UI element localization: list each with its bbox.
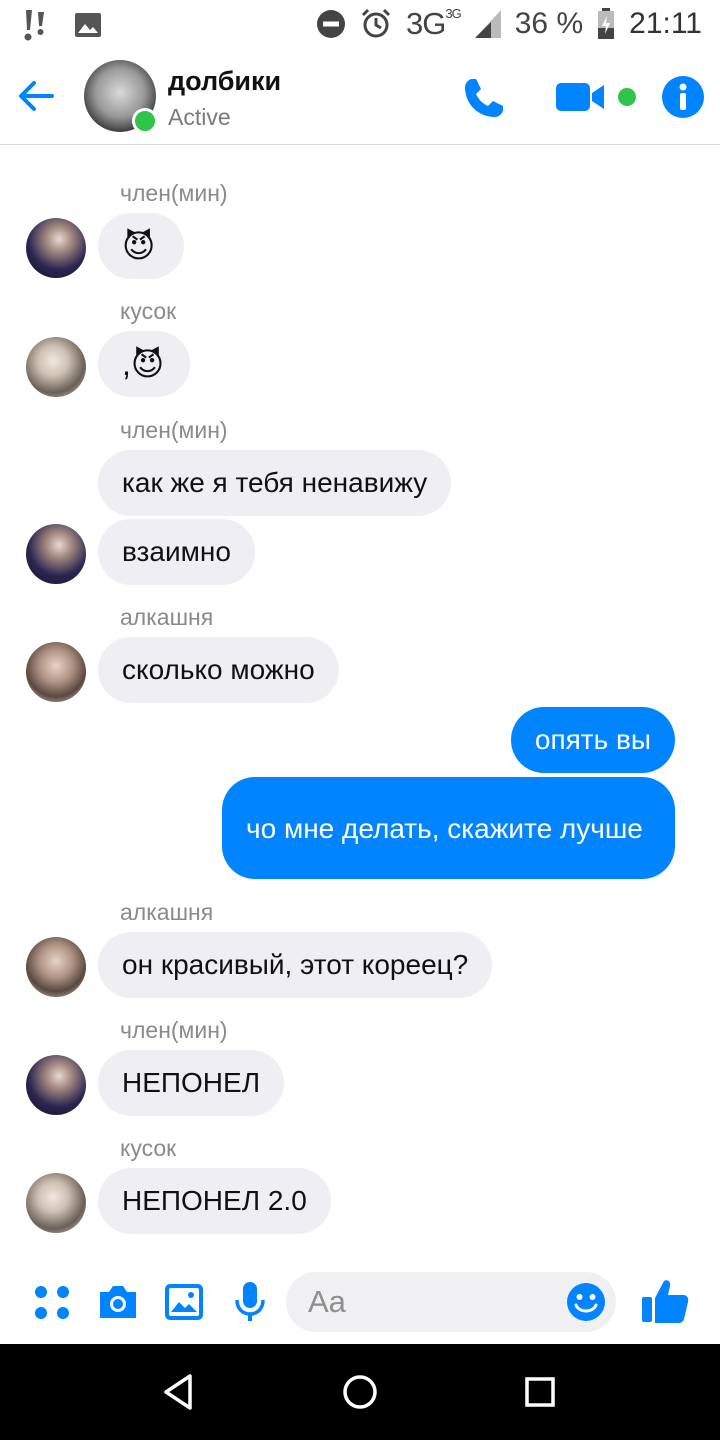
message-bubble[interactable]: он красивый, этот кореец? — [98, 932, 493, 998]
sender-name: кусок — [120, 1135, 177, 1161]
message-bubble[interactable]: сколько можно — [98, 637, 339, 703]
message-input-placeholder: Aa — [308, 1284, 346, 1319]
online-indicator — [132, 108, 158, 134]
alarm-icon — [361, 8, 391, 38]
message-bubble[interactable]: взаимно — [98, 519, 255, 585]
sender-avatar[interactable] — [26, 1173, 86, 1233]
chat-title[interactable]: долбики — [168, 66, 281, 97]
dnd-icon — [317, 10, 346, 38]
my-message-bubble[interactable]: опять вы — [510, 707, 675, 773]
message-bubble[interactable]: ,😈 — [98, 331, 190, 397]
status-bar: 3G3G 36 % 21:11 — [0, 0, 720, 50]
microphone-icon[interactable] — [228, 1280, 272, 1324]
nav-recents-icon[interactable] — [520, 1372, 560, 1412]
message-input[interactable]: Aa — [286, 1272, 616, 1332]
clock: 21:11 — [629, 7, 702, 40]
message-bubble[interactable]: 😈 — [98, 213, 184, 279]
sender-name: алкашня — [120, 604, 214, 630]
nav-home-icon[interactable] — [340, 1372, 380, 1412]
sender-name: алкашня — [120, 899, 214, 925]
gallery-notification-icon — [75, 13, 101, 37]
sender-avatar[interactable] — [26, 642, 86, 702]
message-bubble[interactable]: НЕПОНЕЛ — [98, 1050, 285, 1116]
more-apps-icon[interactable] — [30, 1280, 74, 1324]
info-icon[interactable] — [662, 76, 704, 118]
chat-status: Active — [168, 104, 231, 130]
network-type: 3G3G — [406, 6, 462, 41]
message-bubble[interactable]: как же я тебя ненавижу — [98, 450, 452, 516]
phone-icon[interactable] — [462, 76, 506, 120]
video-call-icon[interactable] — [556, 80, 606, 114]
sender-avatar[interactable] — [26, 524, 86, 584]
battery-icon — [598, 8, 615, 39]
my-message-bubble[interactable]: чо мне делать, скажите лучше — [222, 777, 675, 879]
sender-avatar[interactable] — [26, 1055, 86, 1115]
group-avatar[interactable] — [84, 60, 158, 134]
sender-name: член(мин) — [120, 1017, 228, 1043]
notification-icon — [24, 10, 44, 41]
sender-avatar[interactable] — [26, 337, 86, 397]
sender-avatar[interactable] — [26, 937, 86, 997]
chat-header: долбики Active — [0, 50, 720, 145]
sender-name: кусок — [120, 298, 177, 324]
video-active-dot — [618, 88, 636, 106]
gallery-icon[interactable] — [162, 1280, 206, 1324]
camera-icon[interactable] — [96, 1280, 140, 1324]
sender-avatar[interactable] — [26, 218, 86, 278]
composer-bar: Aa — [0, 1260, 720, 1344]
sender-name: член(мин) — [120, 180, 228, 206]
back-arrow-icon[interactable] — [16, 76, 56, 116]
emoji-icon[interactable] — [566, 1282, 606, 1322]
signal-icon — [474, 10, 501, 38]
like-icon[interactable] — [640, 1276, 690, 1326]
message-bubble[interactable]: НЕПОНЕЛ 2.0 — [98, 1168, 331, 1234]
nav-back-icon[interactable] — [160, 1372, 200, 1412]
battery-percent: 36 % — [514, 7, 584, 40]
system-nav-bar — [0, 1344, 720, 1440]
sender-name: член(мин) — [120, 417, 228, 443]
